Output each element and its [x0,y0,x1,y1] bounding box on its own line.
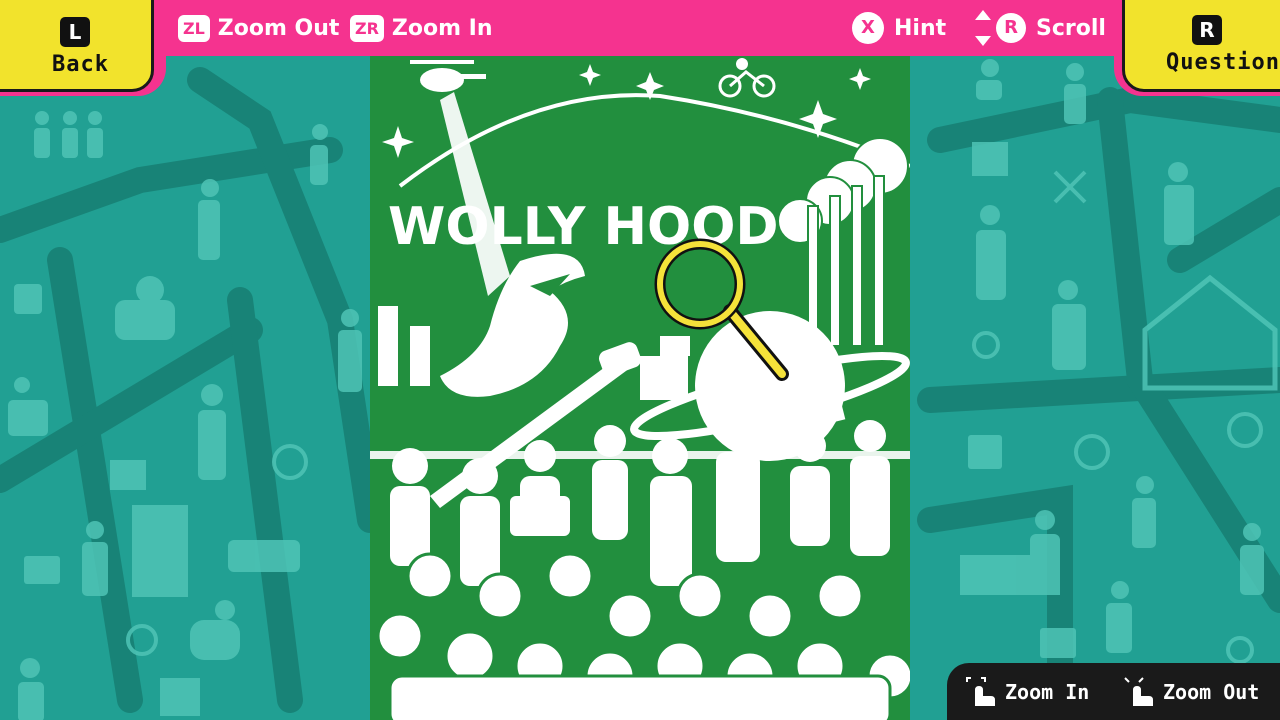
zoom-in-label: Zoom In [391,15,493,41]
back-label: Back [52,52,109,77]
top-bar: L Back R Question ZL Zoom Out ZR Zoom In… [0,0,1280,96]
zoom-in-control[interactable]: ZR Zoom In [350,11,493,45]
pinch-out-icon [966,677,995,706]
hint-label: Hint [894,15,947,41]
back-button[interactable]: L Back [0,0,166,96]
hint-control[interactable]: X Hint [852,11,946,45]
touch-zoom-in-control[interactable]: Zoom In [965,677,1089,707]
zoom-out-control[interactable]: ZL Zoom Out [178,11,339,45]
scene-illustration: WOLLY HOOD [370,58,910,720]
question-button-face [1122,0,1280,92]
question-label: Question [1166,50,1280,75]
pinch-in-icon [1124,677,1153,706]
l-button-icon: L [60,17,90,47]
scroll-label: Scroll [1036,15,1106,41]
scroll-control[interactable]: R Scroll [972,10,1106,46]
r-stick-icon: R [996,13,1026,43]
r-button-icon: R [1192,15,1222,45]
touch-controls-panel: Zoom In Zoom Out [947,663,1280,720]
helicopter-icon [410,60,486,92]
zr-button-icon: ZR [350,14,384,42]
touch-zoom-in-label: Zoom In [1005,680,1090,704]
touch-zoom-out-label: Zoom Out [1163,680,1260,704]
puzzle-scene[interactable]: WOLLY HOOD [370,56,910,720]
trees [777,137,909,347]
touch-zoom-out-control[interactable]: Zoom Out [1123,677,1259,707]
monster-icon [440,253,585,397]
x-button-icon: X [852,12,884,44]
updown-arrows-icon [975,10,991,46]
zl-button-icon: ZL [178,14,210,42]
bicycle-rider-icon [718,70,776,98]
zoom-out-label: Zoom Out [217,15,340,41]
question-button[interactable]: R Question [1114,0,1280,96]
